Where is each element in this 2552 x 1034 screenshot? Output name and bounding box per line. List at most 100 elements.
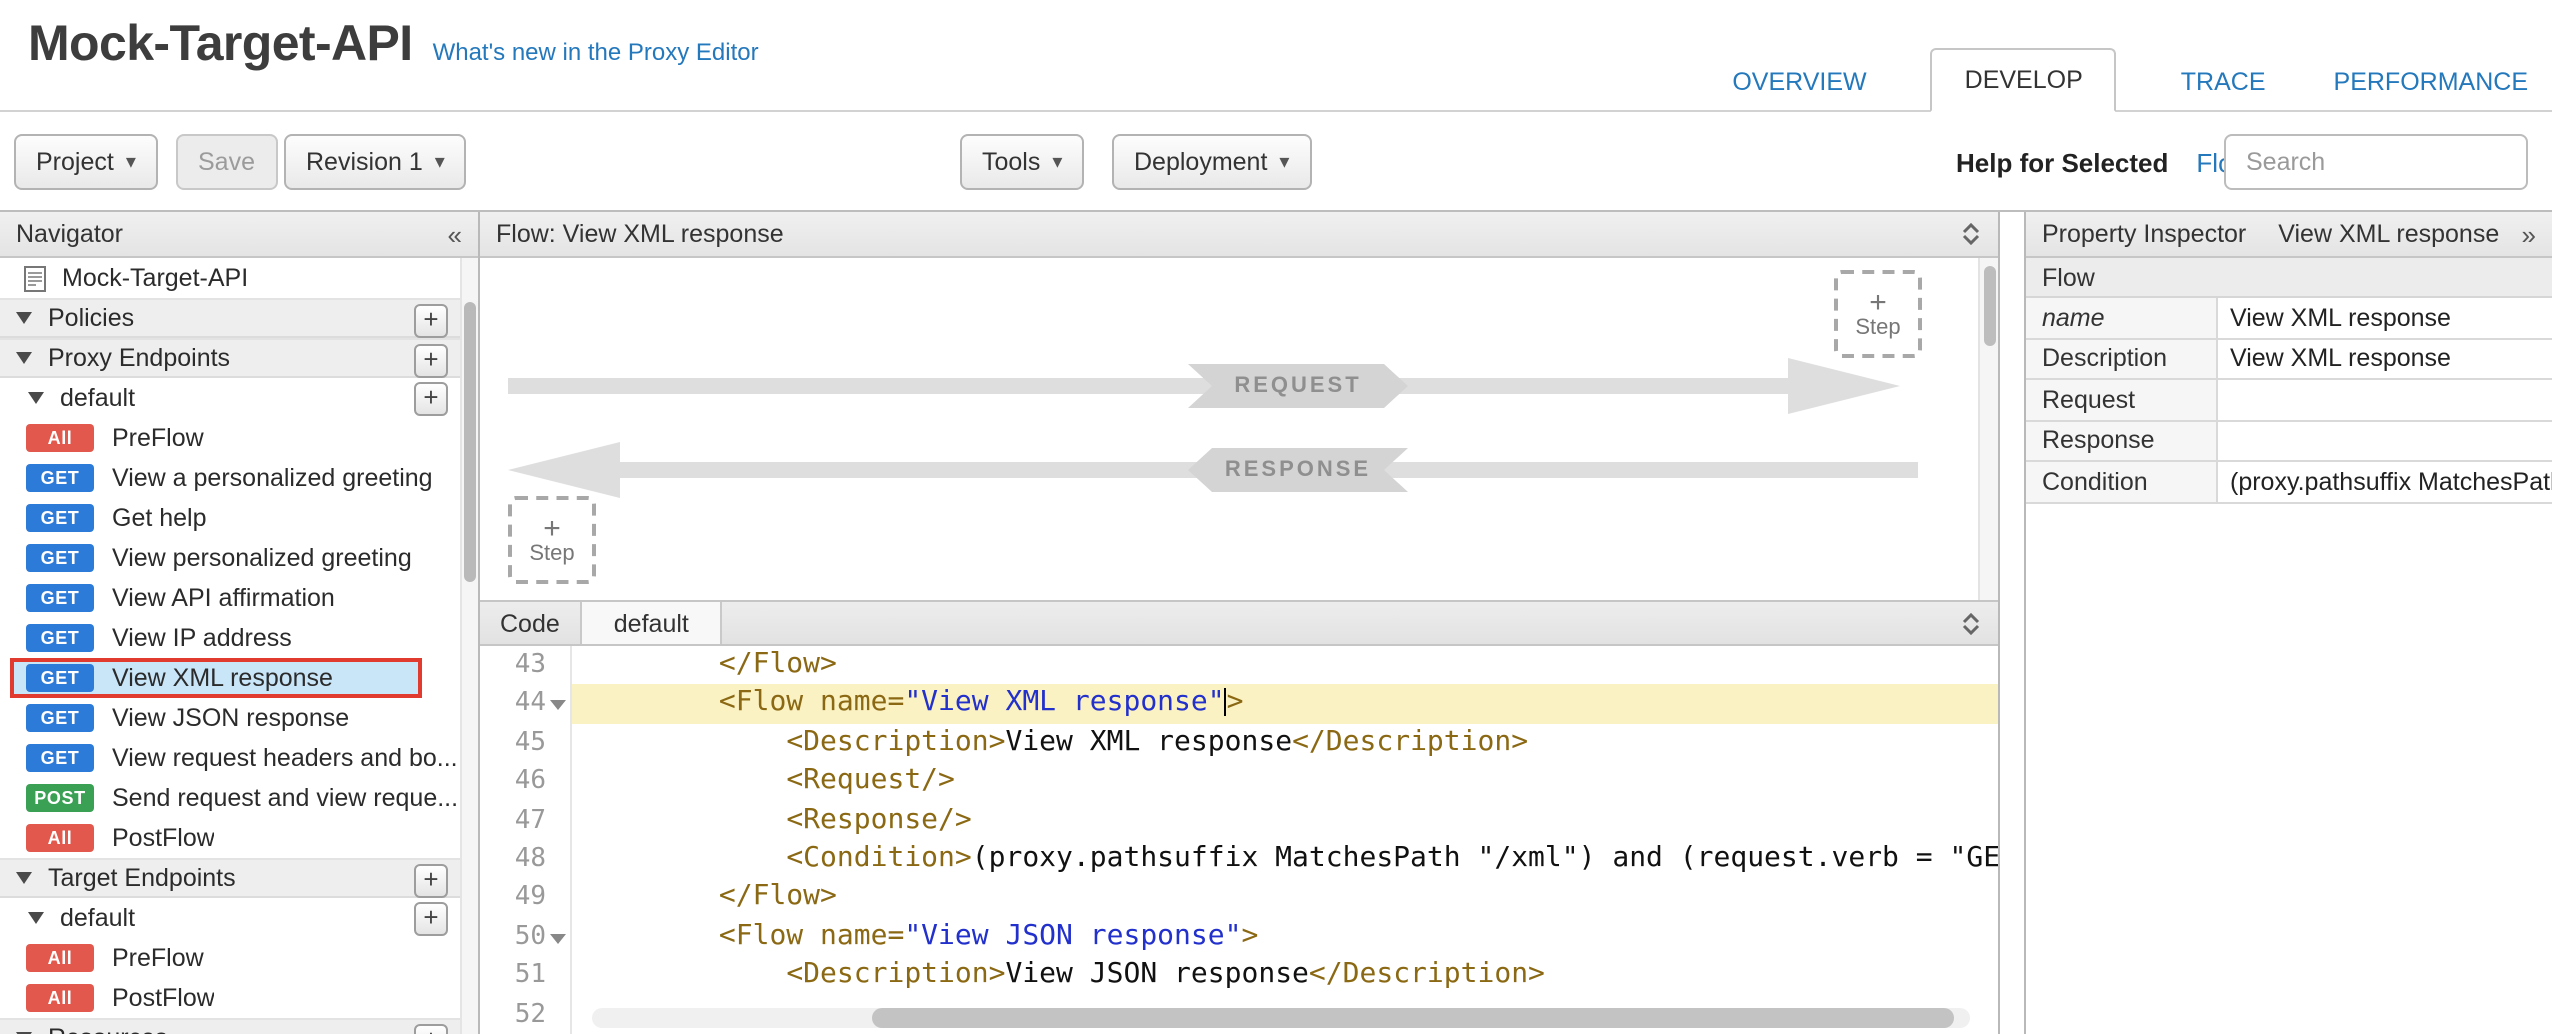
tab-trace[interactable]: TRACE (2177, 52, 2270, 112)
code-line-49[interactable]: 49 </Flow> (480, 879, 1998, 918)
property-inspector-title: Property Inspector (2042, 220, 2246, 248)
nav-item-target-endpoints[interactable]: Target Endpoints (0, 858, 460, 898)
project-menu-button[interactable]: Project (14, 134, 158, 190)
whats-new-link[interactable]: What's new in the Proxy Editor (433, 38, 759, 66)
revision-menu-button[interactable]: Revision 1 (284, 134, 467, 190)
code-line-47[interactable]: 47 <Response/> (480, 801, 1998, 840)
nav-item-view-xml-response[interactable]: GETView XML response (0, 658, 460, 698)
add-button[interactable] (414, 303, 448, 337)
code-lines: 43 </Flow>44 <Flow name="View XML respon… (480, 646, 1998, 1034)
property-inspector-body: Flow nameView XML responseDescriptionVie… (2026, 258, 2552, 1034)
navigator-scrollbar-thumb[interactable] (464, 302, 476, 582)
tab-develop[interactable]: DEVELOP (1931, 48, 2117, 112)
property-row-response: Response (2026, 421, 2552, 462)
request-label-badge: REQUEST (1188, 364, 1408, 408)
property-rows: nameView XML responseDescriptionView XML… (2026, 298, 2552, 503)
nav-item-get-help[interactable]: GETGet help (0, 498, 460, 538)
code-plain (584, 958, 786, 990)
code-line-45[interactable]: 45 <Description>View XML response</Descr… (480, 724, 1998, 763)
nav-item-view-ip-address[interactable]: GETView IP address (0, 618, 460, 658)
add-response-step-button[interactable]: + Step (508, 496, 596, 584)
nav-item-view-request-headers-and-bo[interactable]: GETView request headers and bo... (0, 738, 460, 778)
nav-item-postflow[interactable]: AllPostFlow (0, 818, 460, 858)
property-inspector-header: Property Inspector View XML response (2026, 212, 2552, 258)
property-value[interactable]: View XML response (2218, 339, 2552, 378)
toolbar: Project Save Revision 1 Tools Deployment… (0, 112, 2552, 212)
property-value[interactable]: View XML response (2218, 298, 2552, 337)
code-panel-title: Code (480, 602, 580, 644)
nav-item-view-api-affirmation[interactable]: GETView API affirmation (0, 578, 460, 618)
code-tab-default[interactable]: default (580, 602, 723, 644)
add-button[interactable] (414, 863, 448, 897)
line-number: 47 (480, 801, 572, 840)
expand-caret-icon[interactable] (16, 352, 32, 364)
nav-item-label: default (60, 904, 135, 932)
code-line-48[interactable]: 48 <Condition>(proxy.pathsuffix MatchesP… (480, 840, 1998, 879)
tab-performance[interactable]: PERFORMANCE (2330, 52, 2532, 112)
expand-inspector-icon[interactable] (2522, 219, 2536, 249)
code-editor[interactable]: 43 </Flow>44 <Flow name="View XML respon… (480, 646, 1998, 1034)
property-value[interactable] (2218, 421, 2552, 460)
code-plain: View JSON response (1005, 958, 1308, 990)
flow-scrollbar-thumb[interactable] (1983, 266, 1995, 346)
property-value[interactable] (2218, 380, 2552, 419)
expand-caret-icon[interactable] (28, 392, 44, 404)
flow-panel-title: Flow: View XML response (496, 220, 784, 248)
tools-menu-button[interactable]: Tools (960, 134, 1084, 190)
nav-item-preflow[interactable]: AllPreFlow (0, 938, 460, 978)
code-text: <Description>View JSON response</Descrip… (572, 956, 1998, 995)
nav-item-resources[interactable]: Resources (0, 1018, 460, 1034)
code-horizontal-scrollbar[interactable] (592, 1008, 1970, 1028)
nav-item-send-request-and-view-reque[interactable]: POSTSend request and view reque... (0, 778, 460, 818)
code-line-46[interactable]: 46 <Request/> (480, 762, 1998, 801)
nav-item-label: View XML response (112, 664, 333, 692)
nav-item-default[interactable]: default (0, 898, 460, 938)
method-badge-get: GET (26, 544, 94, 572)
proxy-doc-icon (24, 265, 46, 291)
help-for-selected-label: Help for Selected (1956, 147, 2168, 177)
navigator-scrollbar[interactable] (460, 258, 478, 1034)
line-number: 50 (480, 917, 572, 956)
nav-item-preflow[interactable]: AllPreFlow (0, 418, 460, 458)
flow-scrollbar[interactable] (1978, 258, 1998, 600)
collapse-flow-panel-icon[interactable] (1960, 222, 1982, 246)
nav-item-view-a-personalized-greeting[interactable]: GETView a personalized greeting (0, 458, 460, 498)
code-plain (584, 803, 786, 835)
code-plain (584, 726, 786, 758)
nav-item-proxy-endpoints[interactable]: Proxy Endpoints (0, 338, 460, 378)
xml-tag: </Description> (1292, 726, 1528, 758)
nav-item-view-personalized-greeting[interactable]: GETView personalized greeting (0, 538, 460, 578)
save-button[interactable]: Save (176, 134, 277, 190)
add-button[interactable] (414, 1023, 448, 1034)
expand-caret-icon[interactable] (28, 912, 44, 924)
code-line-43[interactable]: 43 </Flow> (480, 646, 1998, 685)
deployment-menu-button[interactable]: Deployment (1112, 134, 1311, 190)
help-for-selected: Help for Selected Flow (1956, 112, 2251, 212)
nav-item-mock-target-api[interactable]: Mock-Target-API (0, 258, 460, 298)
property-label: Response (2026, 421, 2218, 460)
panel-gap (2000, 212, 2024, 1034)
nav-item-view-json-response[interactable]: GETView JSON response (0, 698, 460, 738)
collapse-code-panel-icon[interactable] (1960, 602, 1982, 644)
add-button[interactable] (414, 901, 448, 935)
code-line-50[interactable]: 50 <Flow name="View JSON response"> (480, 917, 1998, 956)
code-plain: (proxy.pathsuffix MatchesPath "/xml") an… (972, 842, 1998, 874)
nav-item-default[interactable]: default (0, 378, 460, 418)
add-button[interactable] (414, 343, 448, 377)
add-request-step-button[interactable]: + Step (1834, 270, 1922, 358)
nav-item-postflow[interactable]: AllPostFlow (0, 978, 460, 1018)
code-line-51[interactable]: 51 <Description>View JSON response</Desc… (480, 956, 1998, 995)
code-line-44[interactable]: 44 <Flow name="View XML response"> (480, 685, 1998, 724)
expand-caret-icon[interactable] (16, 872, 32, 884)
expand-caret-icon[interactable] (16, 312, 32, 324)
code-horizontal-scrollbar-thumb[interactable] (872, 1008, 1954, 1028)
add-button[interactable] (414, 381, 448, 415)
nav-item-policies[interactable]: Policies (0, 298, 460, 338)
collapse-navigator-icon[interactable] (448, 219, 462, 249)
search-input[interactable] (2224, 134, 2528, 190)
tab-overview[interactable]: OVERVIEW (1728, 52, 1870, 112)
property-value[interactable]: (proxy.pathsuffix MatchesPath "/x (2218, 462, 2552, 501)
property-row-condition: Condition(proxy.pathsuffix MatchesPath "… (2026, 462, 2552, 503)
nav-item-label: View request headers and bo... (112, 744, 458, 772)
property-section-flow: Flow (2026, 258, 2552, 298)
